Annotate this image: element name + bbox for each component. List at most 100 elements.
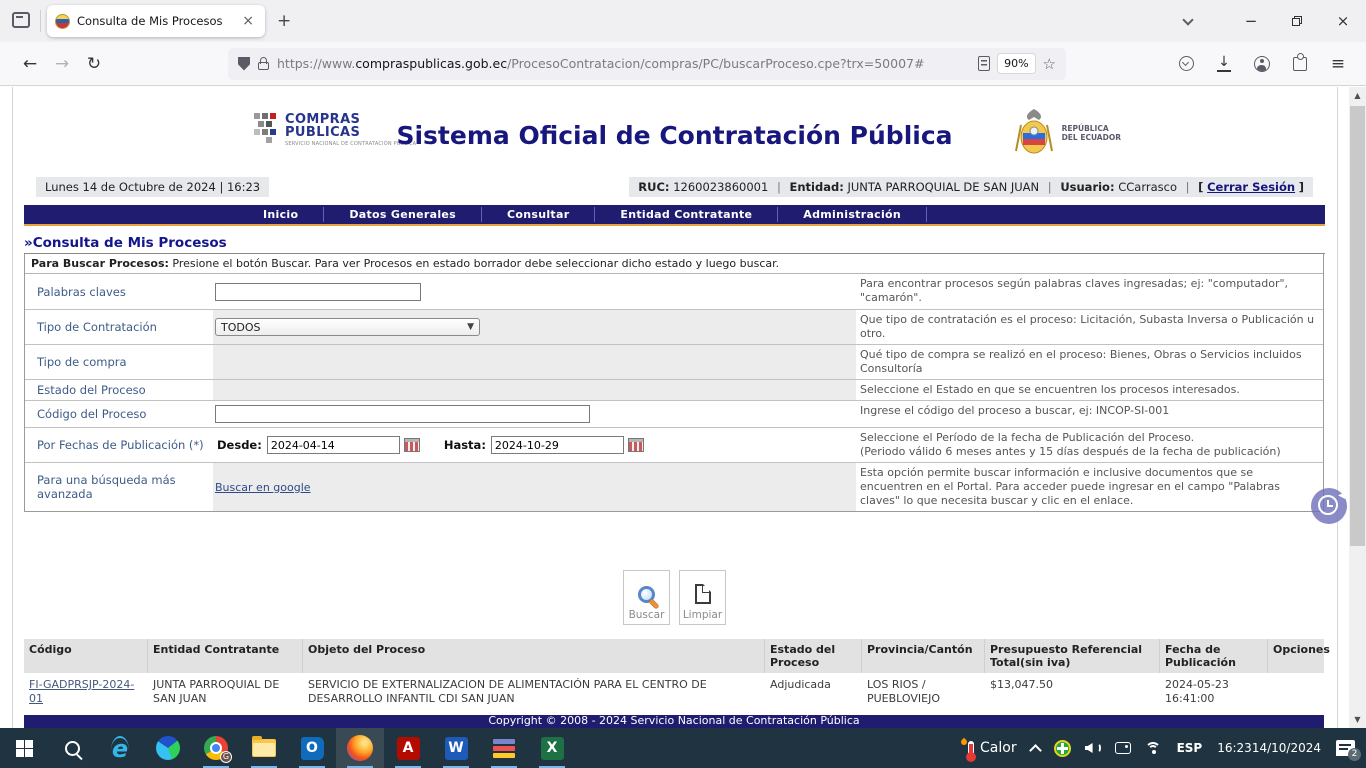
palabras-claves-input[interactable] (215, 283, 421, 301)
display-icon (1115, 742, 1131, 754)
browser-tab-bar: Consulta de Mis Procesos × + − × (0, 0, 1366, 42)
republic-line1: REPÚBLICA (1062, 124, 1121, 133)
pocket-icon[interactable] (1172, 50, 1200, 78)
network-tray-icon[interactable] (1138, 728, 1170, 768)
nav-item-entidad-contratante[interactable]: Entidad Contratante (595, 208, 777, 221)
vertical-scrollbar[interactable]: ▲ ▼ (1349, 87, 1366, 728)
taskbar-clock[interactable]: 16:23 14/10/2024 (1209, 728, 1329, 768)
downloads-icon[interactable]: ↓ (1210, 50, 1238, 78)
tipo-contratacion-label: Tipo de Contratación (25, 310, 213, 344)
tray-expand-button[interactable] (1024, 728, 1047, 768)
col-header-presupuesto: Presupuesto Referencial Total(sin iva) (985, 639, 1160, 673)
buscar-button[interactable]: Buscar (623, 570, 670, 625)
taskbar-chrome[interactable]: G (192, 728, 240, 768)
tab-close-icon[interactable]: × (239, 13, 257, 29)
hamburger-menu-icon[interactable]: ≡ (1324, 50, 1352, 78)
scroll-up-arrow[interactable]: ▲ (1349, 87, 1366, 104)
fechas-help-line2: (Periodo válido 6 meses antes y 15 días … (860, 445, 1315, 459)
forward-button: → (46, 49, 78, 79)
notification-count-badge: 2 (1348, 748, 1361, 761)
windows-logo-icon (16, 740, 33, 757)
firefox-view-icon[interactable] (8, 9, 34, 33)
account-icon[interactable] (1248, 50, 1276, 78)
buscar-en-google-link[interactable]: Buscar en google (215, 481, 311, 494)
window-close-button[interactable]: × (1320, 4, 1366, 38)
window-minimize-button[interactable]: − (1228, 4, 1274, 38)
reader-mode-icon[interactable] (978, 56, 990, 71)
fechas-help-line1: Seleccione el Período de la fecha de Pub… (860, 431, 1315, 445)
nav-item-inicio[interactable]: Inicio (238, 208, 323, 221)
codigo-proceso-input[interactable] (215, 405, 590, 423)
content-left-border (12, 87, 13, 728)
url-bar[interactable]: https://www.compraspublicas.gob.ec/Proce… (228, 48, 1066, 80)
nav-item-consultar[interactable]: Consultar (482, 208, 594, 221)
fecha-desde-input[interactable] (267, 436, 400, 454)
taskbar-edge[interactable] (144, 728, 192, 768)
cast-tray-icon[interactable] (1108, 728, 1138, 768)
language-indicator[interactable]: ESP (1170, 728, 1210, 768)
antivirus-tray-icon[interactable] (1047, 728, 1078, 768)
fechas-publicacion-label: Por Fechas de Publicación (*) (25, 428, 213, 462)
floating-clock-widget[interactable] (1311, 488, 1347, 524)
extensions-puzzle-icon[interactable] (1286, 50, 1314, 78)
taskbar-word[interactable]: W (432, 728, 480, 768)
url-path: /ProcesoContratacion/compras/PC/buscarPr… (507, 56, 924, 71)
taskbar-file-explorer[interactable] (240, 728, 288, 768)
ruc-value: 1260023860001 (673, 180, 768, 194)
form-row-palabras-claves: Palabras claves Para encontrar procesos … (25, 274, 1323, 310)
url-prefix: https://www. (277, 56, 355, 71)
taskbar-acrobat[interactable]: A (384, 728, 432, 768)
form-row-busqueda-avanzada: Para una búsqueda más avanzada Buscar en… (25, 463, 1323, 511)
list-tabs-chevron-icon[interactable] (1184, 16, 1194, 26)
search-form: Para Buscar Procesos: Presione el botón … (24, 254, 1324, 512)
codigo-proceso-help: Ingrese el código del proceso a buscar, … (856, 401, 1323, 427)
bookmark-star-icon[interactable]: ☆ (1043, 55, 1056, 73)
calendar-icon-hasta[interactable] (628, 438, 644, 452)
cell-opciones (1268, 673, 1324, 710)
proceso-link[interactable]: FI-GADPRSJP-2024-01 (29, 678, 134, 705)
palabras-claves-help: Para encontrar procesos según palabras c… (856, 274, 1323, 309)
estado-proceso-label: Estado del Proceso (25, 380, 213, 400)
browser-tab[interactable]: Consulta de Mis Procesos × (47, 5, 265, 37)
url-text[interactable]: https://www.compraspublicas.gob.ec/Proce… (277, 56, 970, 71)
calendar-icon-desde[interactable] (404, 438, 420, 452)
fecha-hasta-input[interactable] (491, 436, 624, 454)
start-button[interactable] (0, 728, 48, 768)
limpiar-button[interactable]: Limpiar (679, 570, 726, 625)
taskbar-outlook[interactable]: O (288, 728, 336, 768)
taskbar-winrar[interactable] (480, 728, 528, 768)
reload-button[interactable]: ↻ (78, 49, 110, 79)
logout-link[interactable]: Cerrar Sesión (1207, 180, 1295, 194)
volume-tray-icon[interactable] (1078, 728, 1108, 768)
nav-item-datos-generales[interactable]: Datos Generales (324, 208, 481, 221)
lock-icon[interactable] (258, 62, 269, 70)
zoom-level-badge[interactable]: 90% (998, 54, 1034, 73)
tab-title: Consulta de Mis Procesos (77, 14, 232, 28)
cell-objeto: SERVICIO DE EXTERNALIZACION DE ALIMENTAC… (303, 673, 765, 710)
tipo-contratacion-select[interactable]: TODOS ▼ (215, 318, 480, 336)
content-right-border (1337, 87, 1338, 728)
form-intro-bold: Para Buscar Procesos: (31, 257, 169, 270)
new-tab-button[interactable]: + (265, 11, 303, 31)
weather-widget[interactable]: Calor (961, 728, 1024, 768)
taskbar-internet-explorer[interactable]: e (96, 728, 144, 768)
entidad-label: Entidad: (790, 180, 844, 194)
url-domain: compraspublicas.gob.ec (355, 56, 507, 71)
magnifier-icon (638, 586, 655, 603)
search-icon (65, 741, 80, 756)
nav-item-administracion[interactable]: Administración (778, 208, 926, 221)
scrollbar-thumb[interactable] (1350, 106, 1365, 546)
notification-center-button[interactable]: 2 (1329, 728, 1362, 768)
scroll-down-arrow[interactable]: ▼ (1349, 711, 1366, 728)
taskbar-firefox[interactable] (336, 728, 384, 768)
browser-toolbar: ← → ↻ https://www.compraspublicas.gob.ec… (0, 42, 1366, 86)
tracking-shield-icon[interactable] (238, 57, 250, 71)
back-button[interactable]: ← (14, 49, 46, 79)
republic-emblem: REPÚBLICA DEL ECUADOR (1013, 107, 1121, 159)
sound-wave-icon (1095, 743, 1101, 753)
taskbar-excel[interactable]: X (528, 728, 576, 768)
window-restore-button[interactable] (1274, 4, 1320, 38)
cell-provincia: LOS RIOS / PUEBLOVIEJO (862, 673, 985, 710)
taskbar-search-button[interactable] (48, 728, 96, 768)
usuario-label: Usuario: (1060, 180, 1114, 194)
